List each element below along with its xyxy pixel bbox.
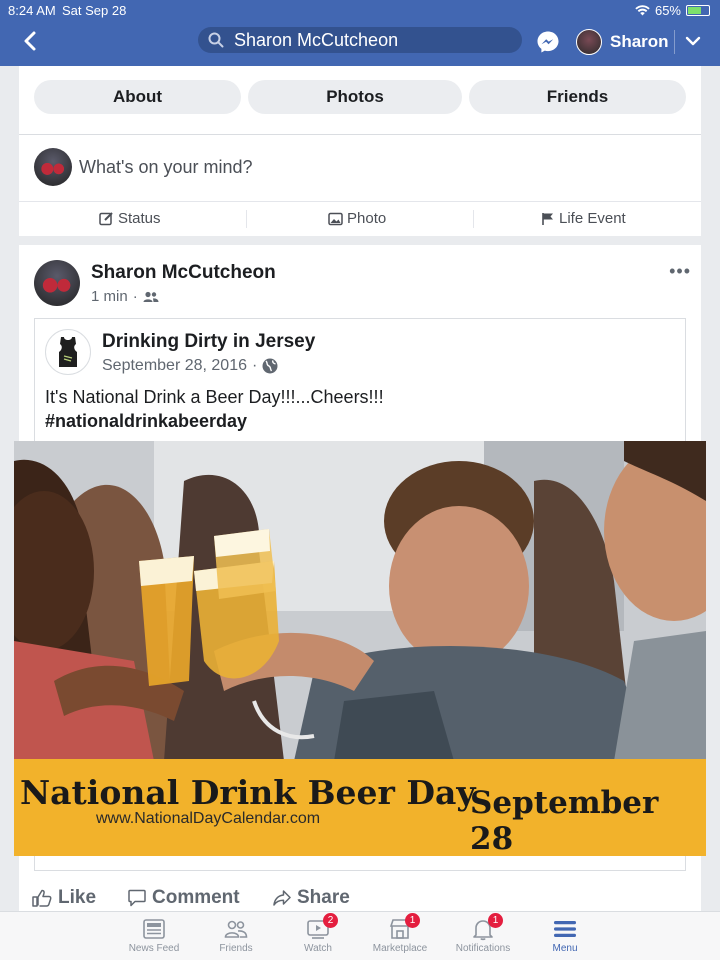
toasting-people-illustration — [14, 441, 706, 761]
globe-icon — [262, 358, 278, 374]
status-date: Sat Sep 28 — [62, 3, 127, 18]
post-author-avatar[interactable] — [34, 260, 80, 306]
composer-prompt[interactable]: What's on your mind? — [79, 157, 253, 178]
chevron-down-icon[interactable] — [685, 35, 701, 47]
tab-photos[interactable]: Photos — [248, 80, 462, 114]
nav-friends[interactable]: Friends — [196, 917, 276, 954]
composer-actions: Status Photo Life Event — [19, 201, 701, 237]
photo-icon — [328, 212, 343, 225]
messenger-icon[interactable] — [536, 30, 560, 54]
action-divider — [246, 210, 247, 228]
share-label: Share — [297, 887, 350, 908]
marketplace-badge: 1 — [405, 913, 420, 928]
page-logo[interactable] — [45, 329, 91, 375]
status-right: 65% — [635, 3, 710, 18]
shared-meta: September 28, 2016 · — [102, 357, 278, 375]
nav-news-feed[interactable]: News Feed — [114, 917, 194, 954]
tab-friends[interactable]: Friends — [469, 80, 686, 114]
post-image[interactable]: National Drink Beer Day September 28 www… — [14, 441, 706, 856]
nav-label: Friends — [219, 943, 253, 954]
hashtag-link[interactable]: #nationaldrinkabeerday — [45, 409, 384, 433]
top-bar: 8:24 AM Sat Sep 28 65% Sharon McCutcheon… — [0, 0, 720, 66]
share-button[interactable]: Share — [273, 887, 350, 909]
life-event-label: Life Event — [559, 210, 626, 227]
comment-label: Comment — [152, 887, 240, 908]
wifi-icon — [635, 5, 650, 16]
watch-icon: 2 — [306, 913, 338, 941]
notifications-badge: 1 — [488, 913, 503, 928]
like-icon — [32, 889, 52, 907]
shared-date[interactable]: September 28, 2016 — [102, 357, 247, 375]
image-banner: National Drink Beer Day September 28 www… — [14, 759, 706, 856]
meta-separator: · — [132, 288, 138, 305]
comment-icon — [128, 889, 146, 907]
flag-icon — [542, 212, 553, 225]
header-user-name[interactable]: Sharon — [610, 32, 669, 52]
nav-notifications[interactable]: 1 Notifications — [443, 913, 523, 954]
nav-label: Notifications — [455, 943, 511, 954]
menu-icon — [553, 917, 577, 941]
nav-label: Marketplace — [372, 943, 428, 954]
back-arrow-icon[interactable] — [20, 30, 42, 52]
post-time[interactable]: 1 min — [91, 288, 128, 305]
banner-title: National Drink Beer Day — [20, 773, 476, 812]
nav-label: Menu — [552, 943, 578, 954]
search-icon — [208, 32, 224, 48]
status-bar: 8:24 AM Sat Sep 28 65% — [0, 0, 720, 20]
battery-percent: 65% — [654, 3, 681, 18]
shared-post-text: It's National Drink a Beer Day!!!...Chee… — [45, 387, 384, 407]
bell-icon: 1 — [471, 913, 503, 941]
status-button[interactable]: Status — [99, 210, 161, 227]
post-meta: 1 min · — [91, 288, 159, 305]
banner-date: September 28 — [470, 785, 659, 856]
post-author-name[interactable]: Sharon McCutcheon — [91, 262, 276, 284]
bottom-nav: News Feed Friends 2 Watch 1 Marketplace … — [0, 911, 720, 960]
nav-label: Watch — [304, 943, 332, 954]
status-label: Status — [118, 210, 161, 227]
battery-fill — [688, 7, 701, 14]
header-divider — [674, 30, 675, 54]
life-event-button[interactable]: Life Event — [541, 210, 626, 227]
photo-label: Photo — [347, 210, 387, 227]
header-avatar[interactable] — [576, 29, 602, 55]
nav-menu[interactable]: Menu — [525, 917, 605, 954]
search-bar[interactable]: Sharon McCutcheon — [198, 27, 522, 53]
banner-url: www.NationalDayCalendar.com — [96, 810, 321, 827]
tank-top-icon — [59, 337, 77, 367]
like-button[interactable]: Like — [32, 887, 96, 909]
nav-label: News Feed — [128, 943, 180, 954]
edit-icon — [99, 212, 113, 226]
friends-audience-icon — [143, 291, 159, 302]
watch-badge: 2 — [323, 913, 338, 928]
photo-button[interactable]: Photo — [328, 210, 386, 227]
comment-button[interactable]: Comment — [128, 887, 240, 909]
shared-page-name[interactable]: Drinking Dirty in Jersey — [102, 331, 315, 353]
shared-text: It's National Drink a Beer Day!!!...Chee… — [45, 385, 384, 433]
battery-icon — [686, 5, 710, 16]
status-time: 8:24 AM — [8, 3, 56, 18]
composer: What's on your mind? Status Photo Life E… — [19, 134, 701, 236]
share-icon — [273, 890, 291, 906]
more-options-icon[interactable]: ••• — [669, 261, 691, 282]
news-feed-icon — [142, 917, 166, 941]
profile-tabs: About Photos Friends — [19, 66, 701, 134]
search-text: Sharon McCutcheon — [234, 29, 399, 50]
action-divider — [473, 210, 474, 228]
like-label: Like — [58, 887, 97, 908]
composer-avatar — [34, 148, 72, 186]
friends-icon — [224, 917, 248, 941]
marketplace-icon: 1 — [388, 913, 420, 941]
nav-marketplace[interactable]: 1 Marketplace — [360, 913, 440, 954]
nav-watch[interactable]: 2 Watch — [278, 913, 358, 954]
meta-separator: · — [252, 357, 258, 374]
tab-about[interactable]: About — [34, 80, 241, 114]
